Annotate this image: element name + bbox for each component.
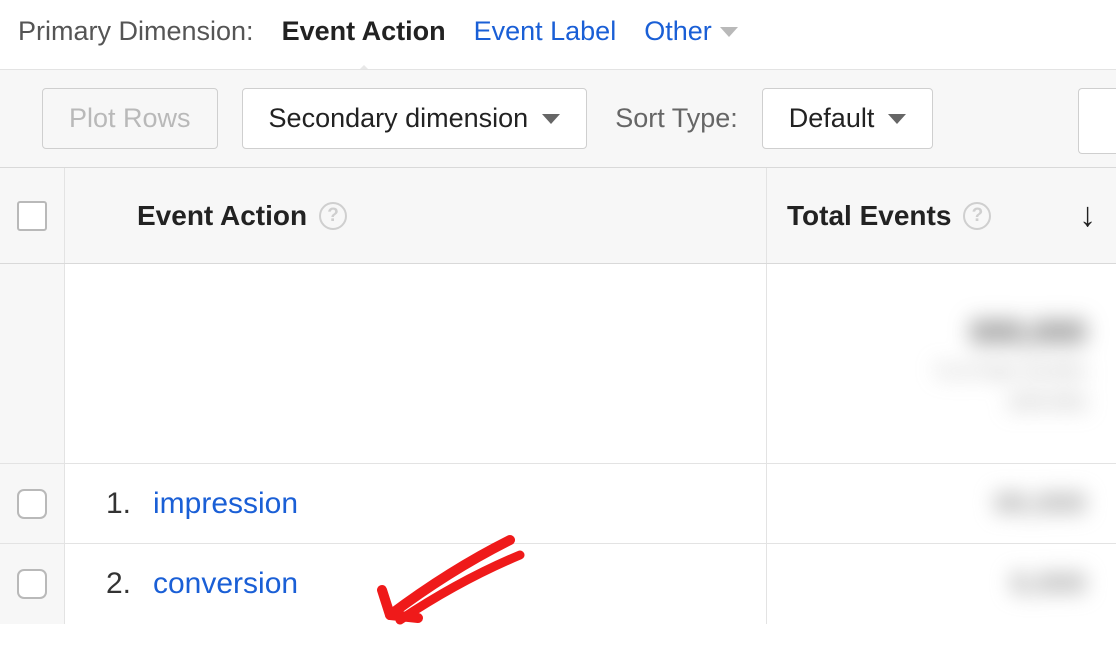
table-row: 2. conversion 0,000 bbox=[0, 544, 1116, 624]
sort-desc-icon: ↓ bbox=[1079, 196, 1096, 235]
help-icon[interactable]: ? bbox=[319, 202, 347, 230]
row-total-cell: 00,000 bbox=[766, 464, 1116, 543]
summary-action-cell bbox=[65, 264, 766, 463]
primary-dimension-label: Primary Dimension: bbox=[18, 16, 254, 47]
secondary-dimension-label: Secondary dimension bbox=[269, 103, 529, 134]
event-action-link[interactable]: conversion bbox=[153, 567, 298, 601]
redacted-value: 00,000 bbox=[994, 487, 1086, 521]
row-number: 1. bbox=[95, 487, 131, 521]
row-action-cell: 1. impression bbox=[65, 464, 766, 543]
summary-checkbox-cell bbox=[0, 264, 65, 463]
header-total-events-label: Total Events bbox=[787, 200, 951, 232]
header-event-action[interactable]: Event Action ? bbox=[65, 168, 766, 263]
summary-row: 000,000 % of Total: 00.00% (000,000) bbox=[0, 264, 1116, 464]
tab-event-label[interactable]: Event Label bbox=[474, 16, 617, 47]
chevron-down-icon bbox=[888, 114, 906, 124]
event-action-link[interactable]: impression bbox=[153, 487, 298, 521]
help-icon[interactable]: ? bbox=[963, 202, 991, 230]
summary-total-cell: 000,000 % of Total: 00.00% (000,000) bbox=[766, 264, 1116, 463]
primary-dimension-bar: Primary Dimension: Event Action Event La… bbox=[0, 0, 1116, 69]
tab-other[interactable]: Other bbox=[644, 16, 738, 47]
plot-rows-label: Plot Rows bbox=[69, 103, 191, 134]
row-checkbox[interactable] bbox=[17, 569, 47, 599]
search-input[interactable] bbox=[1078, 88, 1116, 154]
secondary-dimension-dropdown[interactable]: Secondary dimension bbox=[242, 88, 588, 149]
select-all-checkbox[interactable] bbox=[17, 201, 47, 231]
row-number: 2. bbox=[95, 567, 131, 601]
sort-type-dropdown[interactable]: Default bbox=[762, 88, 934, 149]
tab-event-action[interactable]: Event Action bbox=[282, 16, 446, 47]
sort-type-label: Sort Type: bbox=[615, 103, 738, 134]
sort-type-value: Default bbox=[789, 103, 875, 134]
redacted-value: 0,000 bbox=[1011, 567, 1086, 601]
table-header: Event Action ? Total Events ? ↓ bbox=[0, 168, 1116, 264]
row-total-cell: 0,000 bbox=[766, 544, 1116, 624]
table-row: 1. impression 00,000 bbox=[0, 464, 1116, 544]
redacted-value: 000,000 % of Total: 00.00% (000,000) bbox=[936, 314, 1086, 413]
toolbar: Plot Rows Secondary dimension Sort Type:… bbox=[0, 69, 1116, 168]
table: Event Action ? Total Events ? ↓ 000,000 … bbox=[0, 168, 1116, 624]
row-action-cell: 2. conversion bbox=[65, 544, 766, 624]
row-checkbox[interactable] bbox=[17, 489, 47, 519]
header-total-events[interactable]: Total Events ? ↓ bbox=[766, 168, 1116, 263]
chevron-down-icon bbox=[542, 114, 560, 124]
row-checkbox-cell bbox=[0, 544, 65, 624]
header-event-action-label: Event Action bbox=[137, 200, 307, 232]
header-checkbox-cell bbox=[0, 168, 65, 263]
chevron-down-icon bbox=[720, 27, 738, 37]
row-checkbox-cell bbox=[0, 464, 65, 543]
plot-rows-button: Plot Rows bbox=[42, 88, 218, 149]
tab-other-label: Other bbox=[644, 16, 712, 47]
